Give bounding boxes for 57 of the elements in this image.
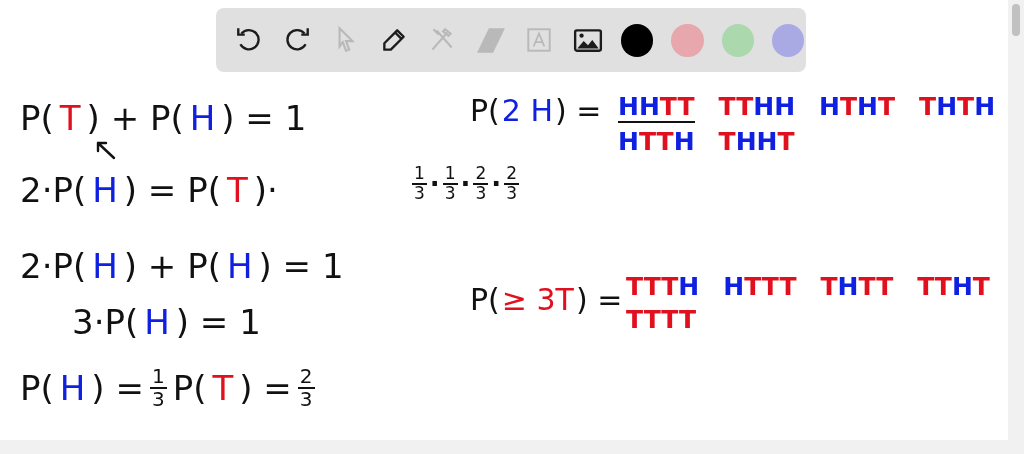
color-swatch[interactable] (721, 23, 754, 57)
eraser-icon (475, 25, 506, 55)
math-text: ) = 1 (258, 246, 344, 286)
outcome-text: TTHH (718, 92, 796, 123)
math-text: H (226, 246, 253, 286)
fraction: 1 3 (442, 165, 458, 203)
math-text: · (429, 170, 440, 197)
arrow-icon (94, 140, 118, 160)
math-text: H (59, 368, 86, 408)
outcome-text: TTTT (626, 305, 696, 334)
color-swatch[interactable] (772, 23, 805, 57)
outcome-text: THTT (820, 272, 894, 301)
math-text: ) = (555, 93, 602, 128)
outcome-text: THHT (718, 127, 795, 156)
math-text: ) = (91, 368, 144, 408)
math-text: 2·P( (20, 170, 87, 210)
math-text: ) + P( (86, 98, 184, 138)
math-text: T (212, 368, 234, 408)
outcome-text: THTH (919, 92, 996, 123)
math-text: T (226, 170, 248, 210)
math-text: · (460, 170, 471, 197)
outcome-text: HTTT (723, 272, 797, 301)
math-text: ) = P( (123, 170, 221, 210)
math-text: )· (253, 170, 278, 210)
color-swatch[interactable] (620, 23, 654, 57)
math-text: ) = (575, 282, 623, 317)
math-text: P( (470, 282, 500, 317)
math-text: ≥ 3T (501, 282, 574, 317)
math-text: P( (172, 368, 207, 408)
math-text: ) + P( (123, 246, 221, 286)
fraction: 1 3 (149, 366, 167, 410)
math-text: H (144, 302, 170, 342)
vertical-scrollbar[interactable] (1008, 0, 1024, 440)
math-text: H (92, 170, 118, 210)
math-text: T (59, 98, 81, 138)
outcome-text: TTTH (626, 272, 700, 301)
math-text: P( (20, 98, 54, 138)
outcome-text: HHTT (618, 92, 695, 123)
math-text: ) = 1 (175, 302, 261, 342)
math-text: · (491, 170, 502, 197)
fraction: 1 3 (412, 165, 427, 203)
math-text: P( (470, 93, 500, 128)
fraction: 2 3 (473, 165, 489, 203)
math-text: H (189, 98, 216, 138)
outcome-text: HTTH (618, 127, 695, 156)
math-text: ) = (239, 368, 292, 408)
outcome-text: TTHT (917, 272, 990, 301)
math-text: 3·P( (72, 302, 139, 342)
fraction: 2 3 (297, 366, 315, 410)
math-text: P( (20, 368, 54, 408)
math-text: 2 H (501, 93, 553, 128)
math-text: ) = 1 (221, 98, 307, 138)
math-text: H (92, 246, 118, 286)
color-swatch[interactable] (671, 23, 704, 57)
outcome-text: HTHT (819, 92, 896, 123)
math-text: 2·P( (20, 246, 87, 286)
fraction: 2 3 (504, 165, 519, 203)
